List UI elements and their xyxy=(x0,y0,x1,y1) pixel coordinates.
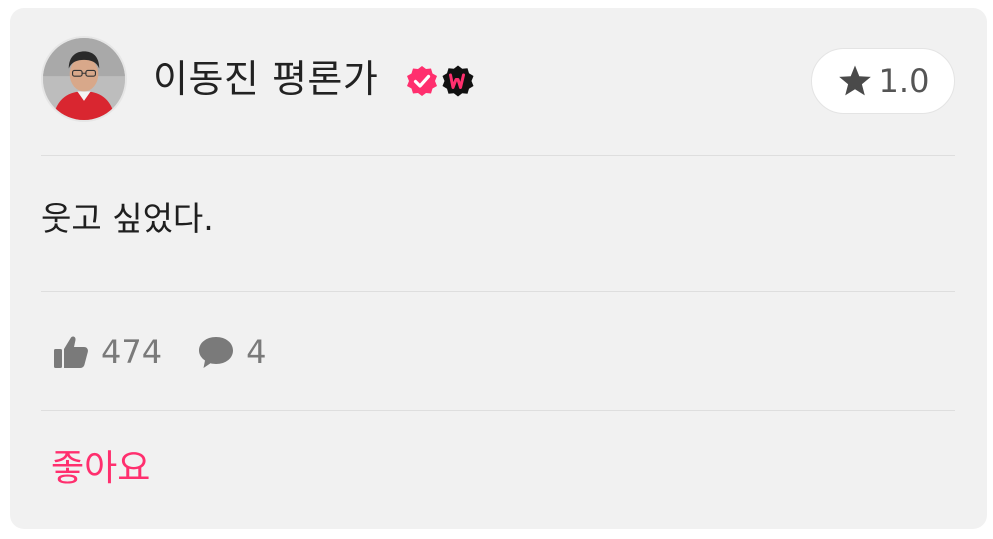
thumbs-up-icon xyxy=(54,336,88,368)
likes-count: 474 xyxy=(101,333,163,371)
avatar-portrait-image xyxy=(43,38,125,120)
rating-pill: 1.0 xyxy=(811,48,955,114)
reviewer-avatar[interactable] xyxy=(41,36,127,122)
divider-bottom xyxy=(41,410,955,411)
divider-top xyxy=(41,155,955,156)
like-button[interactable]: 좋아요 xyxy=(51,446,150,490)
review-card: 이동진 평론가 1.0 웃고 싶었다. 474 4 좋아요 xyxy=(10,8,987,529)
likes-stat: 474 xyxy=(51,332,162,372)
divider-middle xyxy=(41,291,955,292)
reviewer-name[interactable]: 이동진 평론가 xyxy=(153,56,378,102)
review-header: 이동진 평론가 1.0 xyxy=(41,36,955,126)
review-stats: 474 4 xyxy=(51,330,300,374)
review-comment-text[interactable]: 웃고 싶었다. xyxy=(41,198,214,240)
star-icon xyxy=(838,65,871,96)
reviewer-badges xyxy=(405,64,477,98)
watcha-w-badge-icon xyxy=(442,65,474,97)
comments-count: 4 xyxy=(246,333,267,371)
comments-stat: 4 xyxy=(196,332,266,372)
verified-badge-icon xyxy=(407,66,437,96)
rating-value: 1.0 xyxy=(878,62,930,100)
comment-bubble-icon xyxy=(199,337,234,368)
